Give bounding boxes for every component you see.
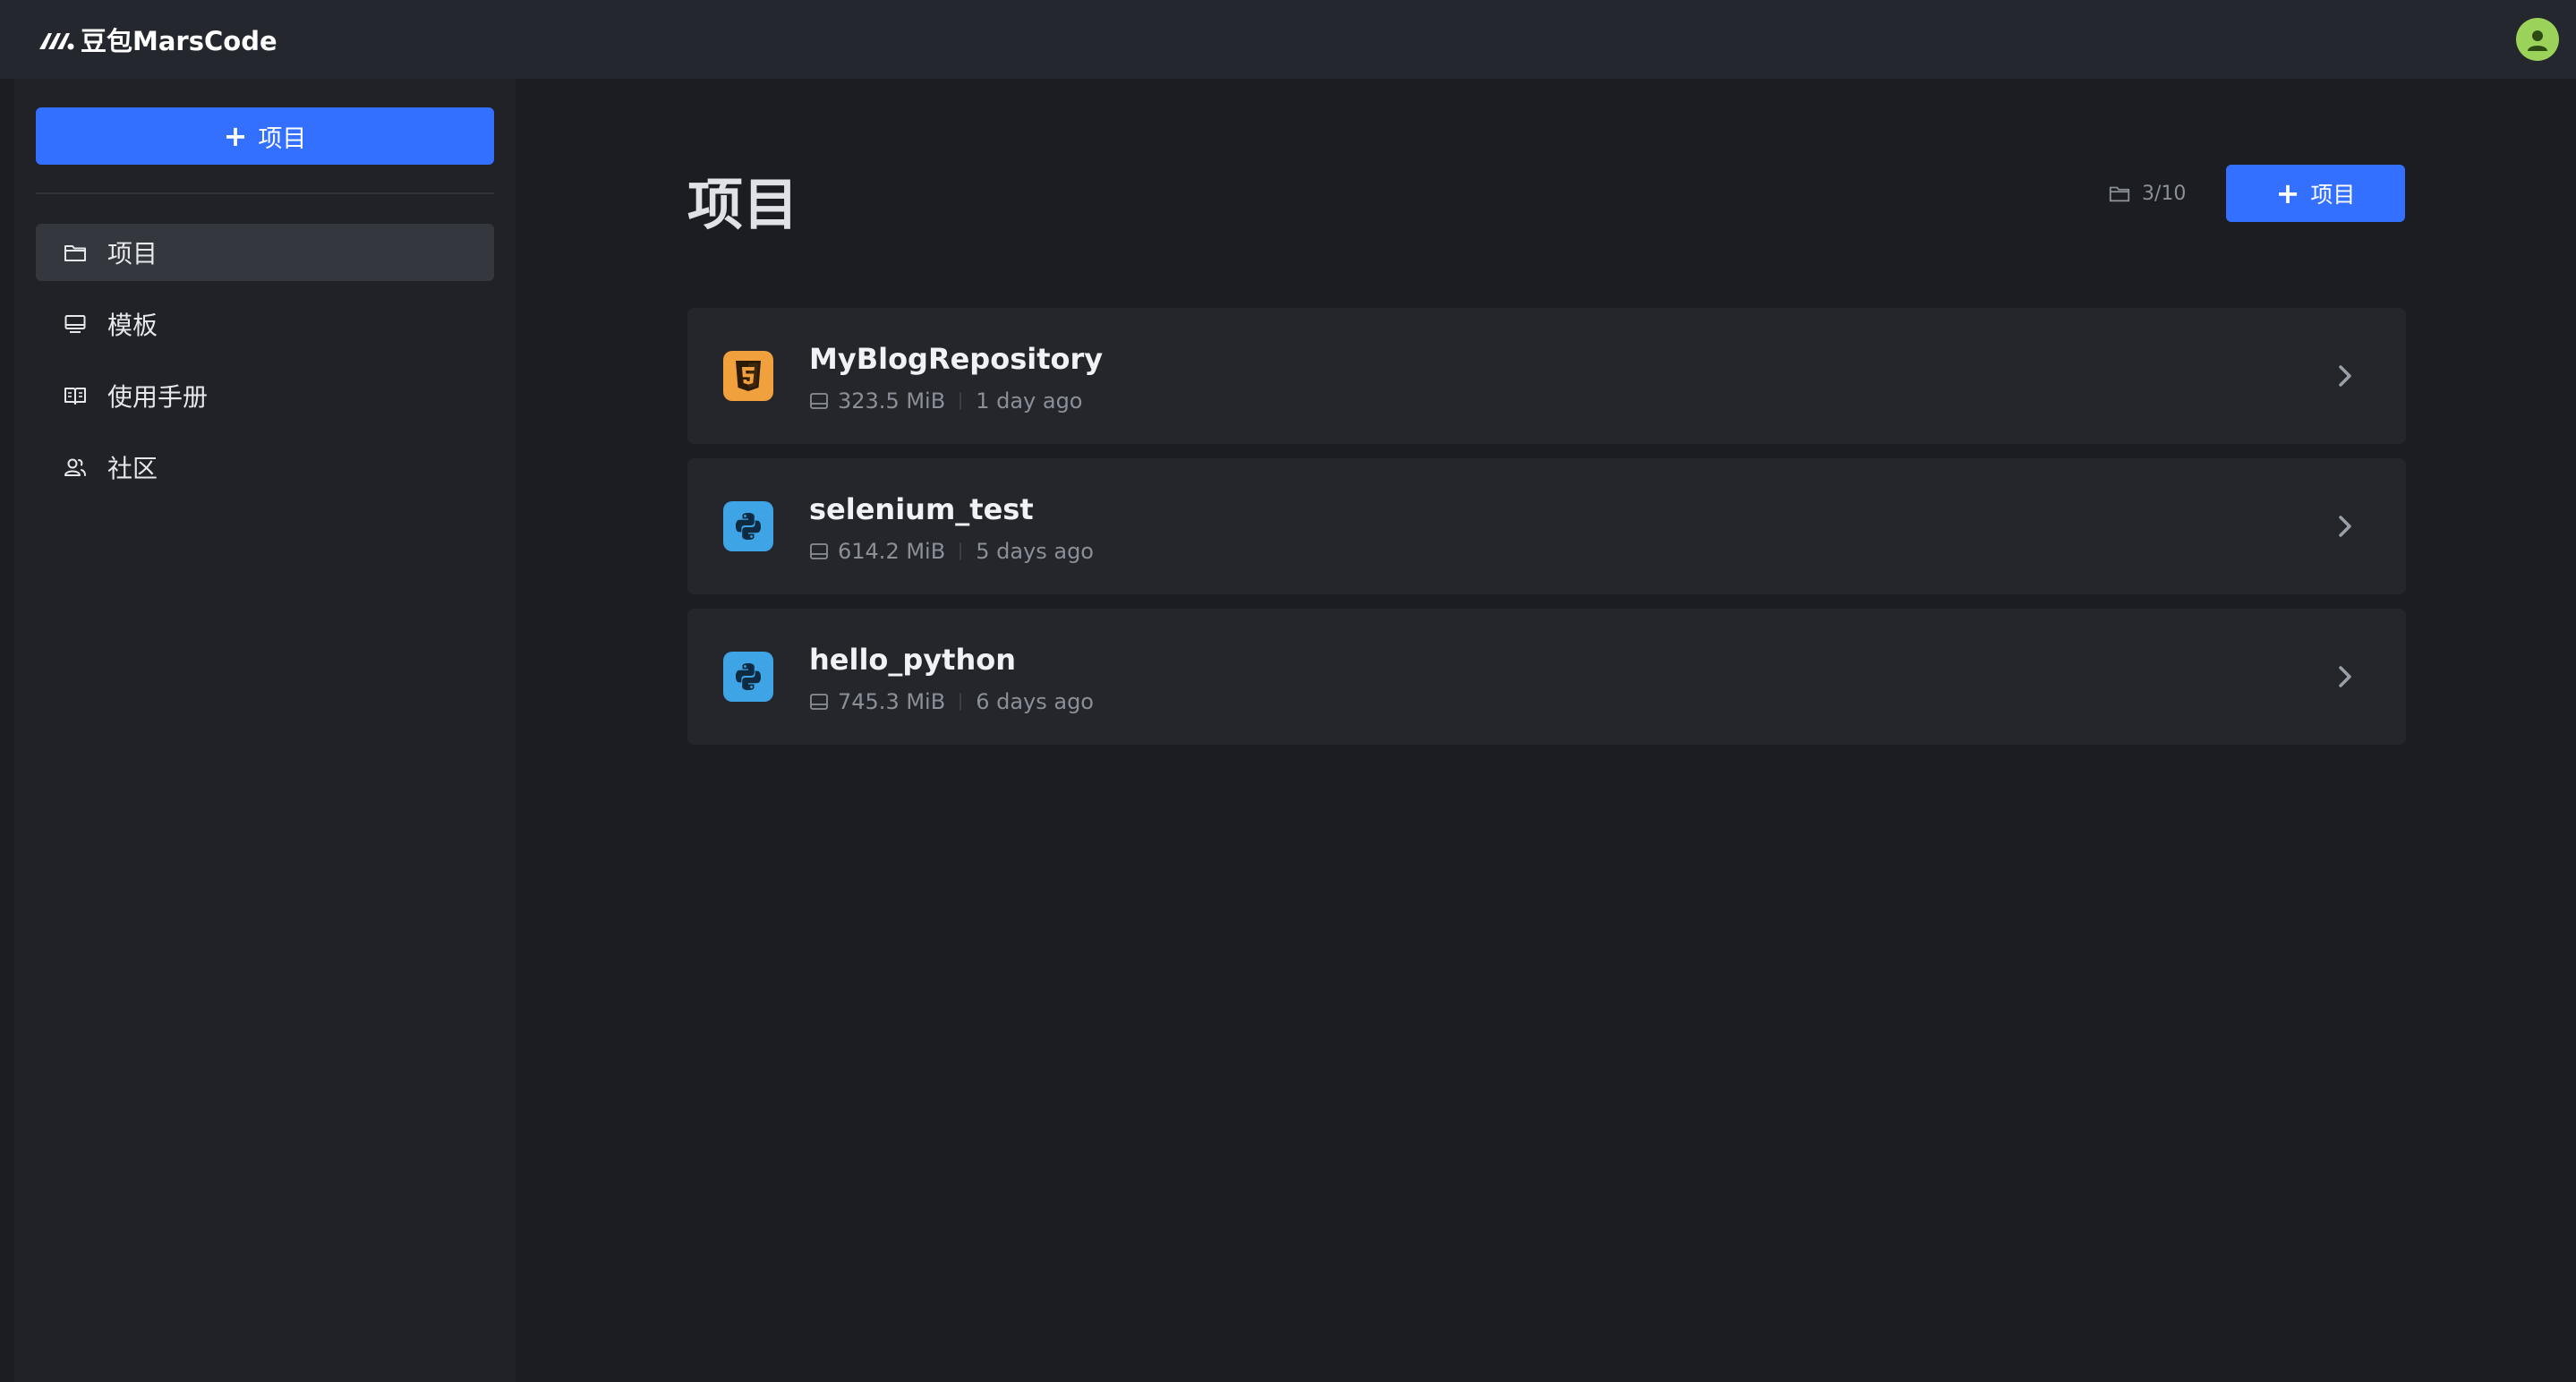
sidebar-new-project-label: 项目 xyxy=(258,124,307,153)
sidebar-nav: 项目 模板 使用手册 社区 xyxy=(36,224,494,510)
user-icon xyxy=(2528,30,2547,51)
folder-icon xyxy=(2109,186,2130,202)
brand-logo[interactable]: 豆包MarsCode xyxy=(38,20,277,59)
project-updated: 6 days ago xyxy=(976,689,1094,714)
sidebar-item-label: 项目 xyxy=(107,239,158,269)
project-size: 323.5 MiB xyxy=(838,388,946,414)
monitor-icon xyxy=(64,315,86,333)
sidebar-item-label: 使用手册 xyxy=(107,382,209,412)
sidebar-item-manual[interactable]: 使用手册 xyxy=(36,367,494,424)
python-icon xyxy=(723,501,773,551)
html5-icon xyxy=(723,351,773,401)
project-list: MyBlogRepository 323.5 MiB 1 day ago sel… xyxy=(687,308,2406,759)
sidebar: + 项目 项目 模板 使用手册 社区 xyxy=(14,79,516,1382)
folder-icon xyxy=(64,245,86,261)
chevron-right-icon xyxy=(2327,358,2363,394)
sidebar-item-label: 社区 xyxy=(107,454,158,483)
main-content: 项目 3/10 + 项目 MyBlogRepository 323.5 MiB … xyxy=(530,79,2562,1382)
sidebar-new-project-button[interactable]: + 项目 xyxy=(36,107,494,165)
project-name: hello_python xyxy=(809,643,1017,677)
sidebar-item-projects[interactable]: 项目 xyxy=(36,224,494,281)
project-updated: 1 day ago xyxy=(976,388,1083,414)
python-icon xyxy=(723,652,773,702)
project-size: 614.2 MiB xyxy=(838,539,946,564)
chevron-right-icon xyxy=(2327,508,2363,544)
book-icon xyxy=(64,388,86,405)
project-meta: 745.3 MiB 6 days ago xyxy=(809,689,1094,714)
header-new-project-button[interactable]: + 项目 xyxy=(2226,165,2405,222)
disk-icon xyxy=(810,694,828,710)
sidebar-divider xyxy=(36,192,494,194)
project-quota: 3/10 xyxy=(2108,182,2186,205)
plus-icon: + xyxy=(2275,176,2300,210)
sidebar-item-templates[interactable]: 模板 xyxy=(36,295,494,353)
project-updated: 5 days ago xyxy=(976,539,1094,564)
project-card-myblogrepository[interactable]: MyBlogRepository 323.5 MiB 1 day ago xyxy=(687,308,2406,444)
marscode-logo-icon xyxy=(39,33,74,50)
top-bar: 豆包MarsCode xyxy=(0,0,2576,79)
users-icon xyxy=(64,458,86,476)
project-name: selenium_test xyxy=(809,492,1034,526)
chevron-right-icon xyxy=(2327,659,2363,695)
project-meta: 323.5 MiB 1 day ago xyxy=(809,388,1082,414)
disk-icon xyxy=(810,393,828,409)
meta-divider xyxy=(960,542,962,560)
sidebar-item-label: 模板 xyxy=(107,311,158,340)
meta-divider xyxy=(960,392,962,410)
project-size: 745.3 MiB xyxy=(838,689,946,714)
page-title: 项目 xyxy=(687,172,799,237)
project-card-selenium-test[interactable]: selenium_test 614.2 MiB 5 days ago xyxy=(687,458,2406,594)
project-quota-count: 3/10 xyxy=(2142,182,2187,205)
project-name: MyBlogRepository xyxy=(809,342,1104,376)
plus-icon: + xyxy=(223,119,248,153)
header-new-project-label: 项目 xyxy=(2310,182,2356,208)
avatar[interactable] xyxy=(2516,18,2559,61)
project-meta: 614.2 MiB 5 days ago xyxy=(809,539,1094,564)
brand-name: 豆包MarsCode xyxy=(81,26,277,56)
sidebar-item-community[interactable]: 社区 xyxy=(36,439,494,496)
disk-icon xyxy=(810,543,828,559)
meta-divider xyxy=(960,693,962,711)
project-card-hello-python[interactable]: hello_python 745.3 MiB 6 days ago xyxy=(687,609,2406,745)
